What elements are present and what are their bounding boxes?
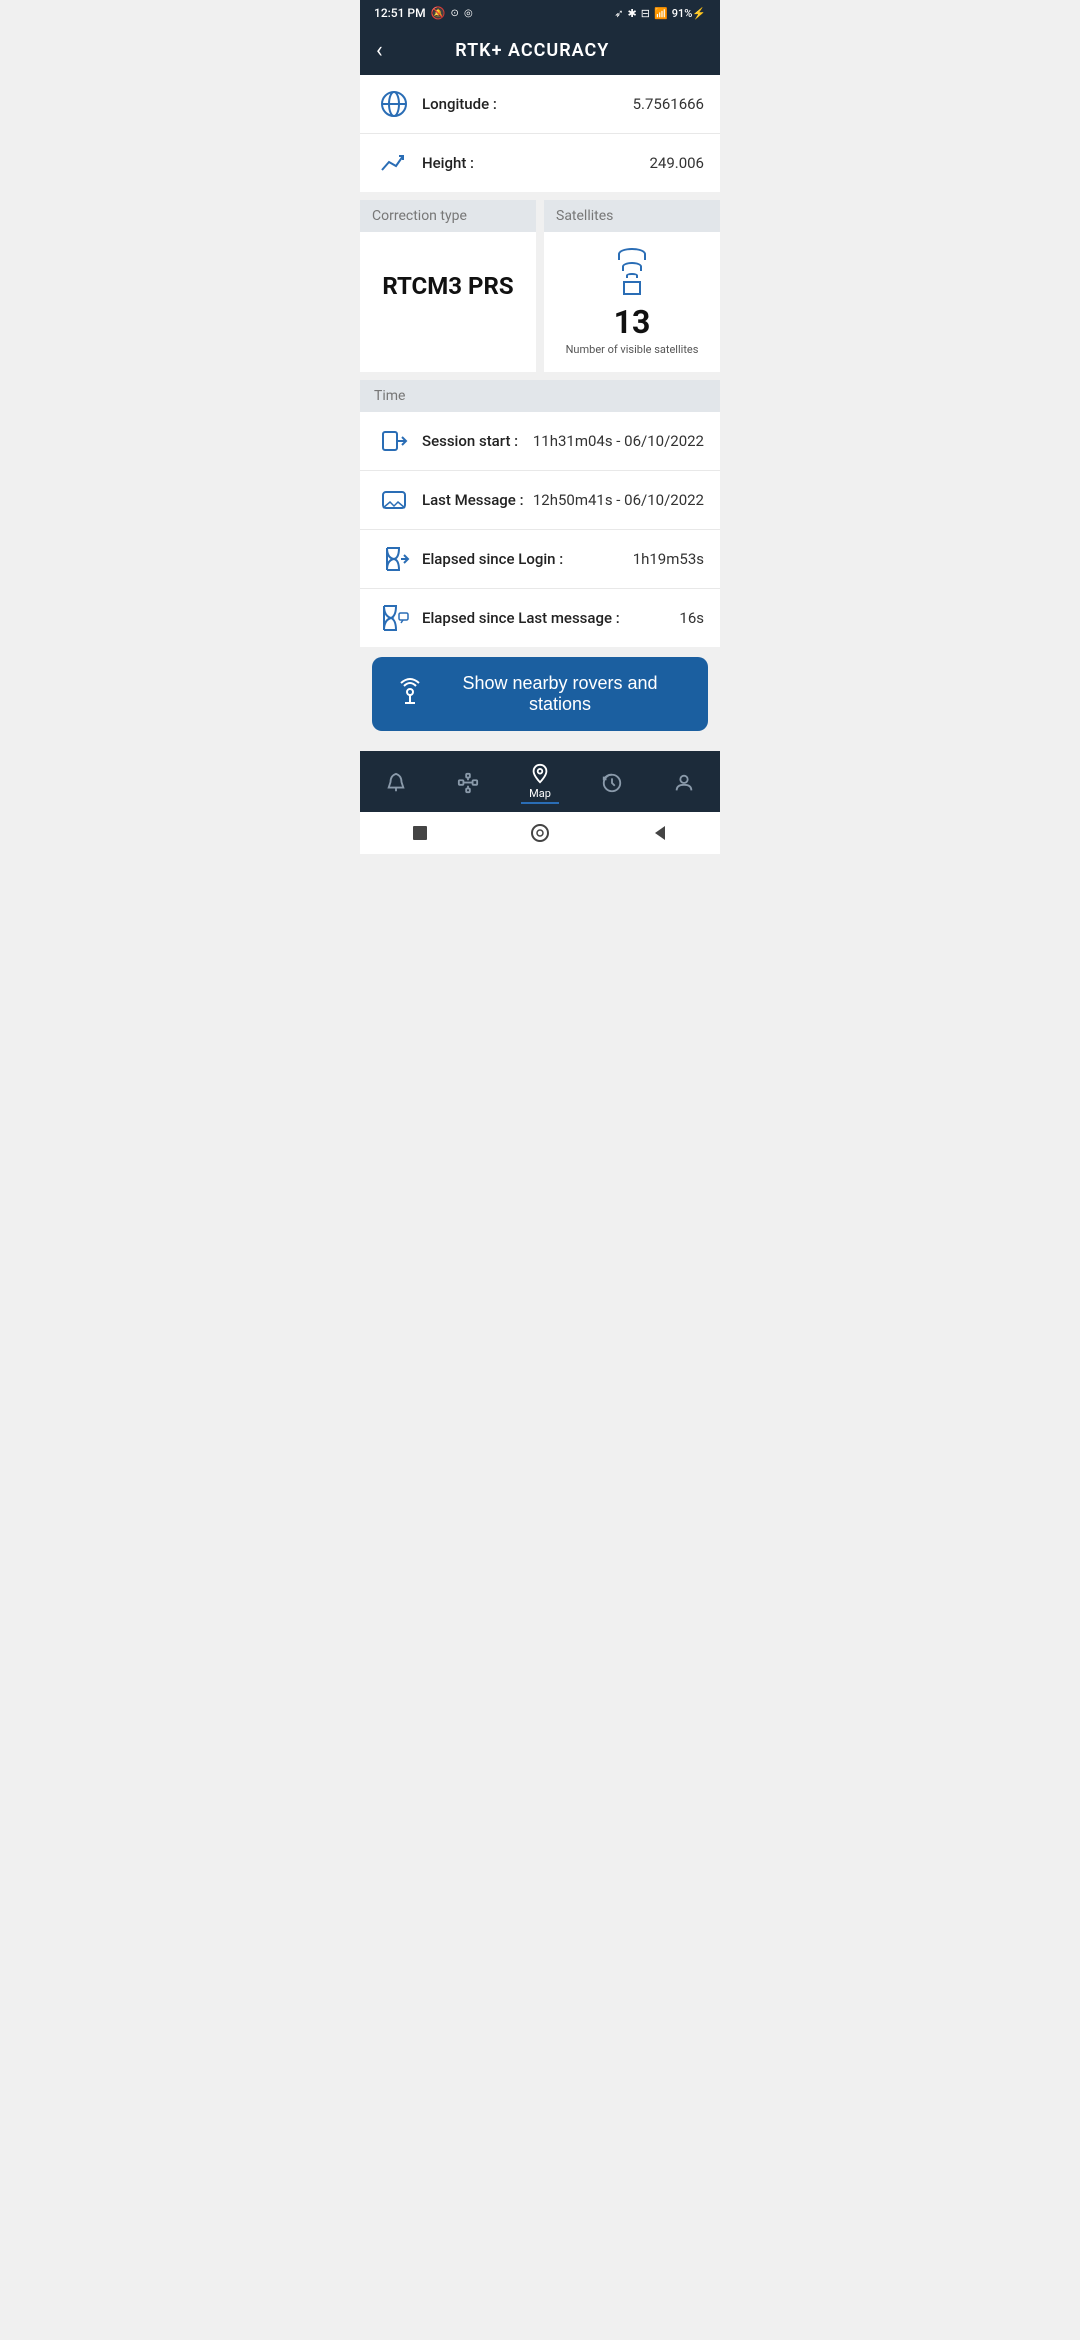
bluetooth-icon: ✱ <box>628 7 637 20</box>
nav-alerts[interactable] <box>377 770 415 796</box>
elapsed-message-label: Elapsed since Last message : <box>422 609 679 627</box>
nav-history[interactable] <box>593 770 631 796</box>
longitude-row: Longitude : 5.7561666 <box>360 75 720 134</box>
status-icons: ➶ ✱ ⊟ 📶 91%⚡ <box>614 7 706 20</box>
location-card: Longitude : 5.7561666 Height : 249.006 <box>360 75 720 192</box>
last-message-value: 12h50m41s - 06/10/2022 <box>533 491 704 509</box>
battery-percent: 91 <box>672 7 685 20</box>
mute-icon: 🔕 <box>431 6 446 20</box>
correction-type-body: RTCM3 PRS <box>360 232 536 332</box>
satellites-card: Satellites 13 Number of visible satellit… <box>544 200 720 372</box>
sys-home-button[interactable] <box>529 822 551 844</box>
hourglass-message-icon <box>376 603 412 633</box>
hourglass-arrow-icon <box>376 544 412 574</box>
time-section-header: Time <box>360 380 720 412</box>
satellite-count: 13 <box>614 303 651 341</box>
nearby-button-label: Show nearby rovers and stations <box>436 673 684 715</box>
height-label: Height : <box>422 154 649 172</box>
last-message-label: Last Message : <box>422 491 533 509</box>
elapsed-login-value: 1h19m53s <box>633 550 704 568</box>
session-start-row: Session start : 11h31m04s - 06/10/2022 <box>360 412 720 471</box>
nav-map-label: Map <box>529 787 551 800</box>
login-icon <box>376 426 412 456</box>
height-value: 249.006 <box>649 154 704 172</box>
nav-profile[interactable] <box>665 770 703 796</box>
correction-type-value: RTCM3 PRS <box>382 272 513 300</box>
sys-stop-button[interactable] <box>409 822 431 844</box>
battery-display: 91%⚡ <box>672 7 706 20</box>
show-nearby-button[interactable]: Show nearby rovers and stations <box>372 657 708 731</box>
battery-saver-icon: ⊟ <box>641 7 650 20</box>
satellites-header: Satellites <box>544 200 720 232</box>
longitude-label: Longitude : <box>422 95 633 113</box>
status-bar: 12:51 PM 🔕 ⊙ ◎ ➶ ✱ ⊟ 📶 91%⚡ <box>360 0 720 26</box>
height-row: Height : 249.006 <box>360 134 720 192</box>
nav-map[interactable]: Map <box>521 761 559 804</box>
elapsed-message-row: Elapsed since Last message : 16s <box>360 589 720 647</box>
main-content: Longitude : 5.7561666 Height : 249.006 C… <box>360 75 720 751</box>
correction-satellites-section: Correction type RTCM3 PRS Satellites 13 … <box>360 200 720 372</box>
wifi-icon: 📶 <box>654 7 668 20</box>
time-display: 12:51 PM <box>374 6 426 20</box>
session-start-label: Session start : <box>422 432 533 450</box>
page-title: RTK+ ACCURACY <box>393 40 672 61</box>
longitude-value: 5.7561666 <box>633 95 704 113</box>
message-icon <box>376 485 412 515</box>
last-message-row: Last Message : 12h50m41s - 06/10/2022 <box>360 471 720 530</box>
status-time: 12:51 PM 🔕 ⊙ ◎ <box>374 6 473 20</box>
bottom-navigation: Map <box>360 751 720 812</box>
satellite-signal-icon <box>618 248 646 295</box>
globe-icon <box>376 89 412 119</box>
satellites-body: 13 Number of visible satellites <box>544 232 720 372</box>
elapsed-login-label: Elapsed since Login : <box>422 550 633 568</box>
dnd-icon: ◎ <box>464 8 473 19</box>
satellite-count-label: Number of visible satellites <box>566 343 699 356</box>
gps-icon: ➶ <box>614 7 623 20</box>
back-button[interactable]: ‹ <box>376 38 383 63</box>
nearby-tower-icon <box>396 678 424 711</box>
sys-back-button[interactable] <box>649 822 671 844</box>
nav-network[interactable] <box>449 770 487 796</box>
app-header: ‹ RTK+ ACCURACY <box>360 26 720 75</box>
correction-type-card: Correction type RTCM3 PRS <box>360 200 536 372</box>
elapsed-login-row: Elapsed since Login : 1h19m53s <box>360 530 720 589</box>
time-card: Time Session start : 11h31m04s - 06/10/2… <box>360 380 720 647</box>
system-navigation <box>360 812 720 854</box>
elapsed-message-value: 16s <box>679 609 704 627</box>
session-start-value: 11h31m04s - 06/10/2022 <box>533 432 704 450</box>
correction-type-header: Correction type <box>360 200 536 232</box>
location-icon: ⊙ <box>451 8 459 19</box>
chart-up-icon <box>376 148 412 178</box>
